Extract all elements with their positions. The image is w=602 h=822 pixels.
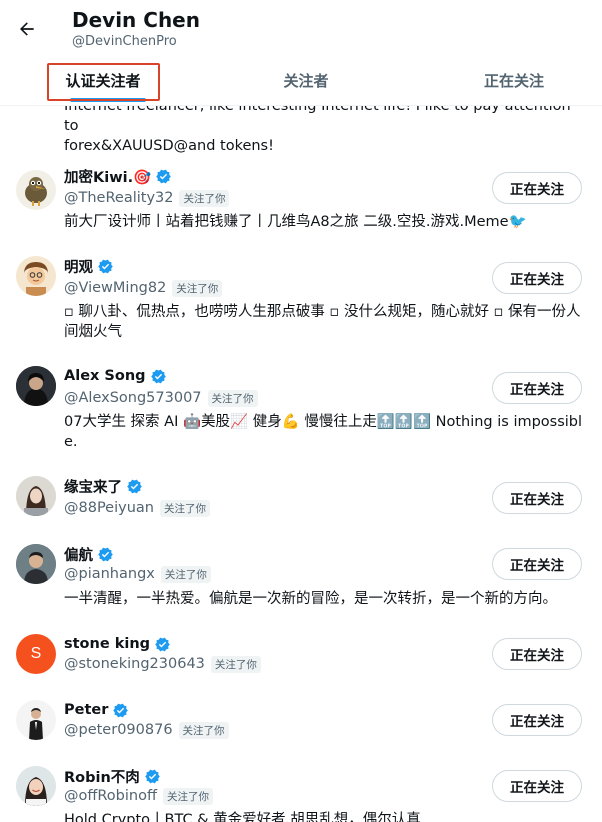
profile-header: Devin Chen @DevinChenPro 认证关注者 关注者 正在关注 bbox=[0, 0, 602, 106]
user-name[interactable]: Robin不肉 bbox=[64, 766, 140, 787]
avatar-initial: S bbox=[30, 645, 42, 662]
user-handle[interactable]: @TheReality32 bbox=[64, 190, 173, 206]
handle-line: @ViewMing82 关注了你 bbox=[64, 278, 223, 298]
name-line: 偏航 bbox=[64, 544, 114, 564]
name-line: Peter bbox=[64, 700, 129, 720]
follows-you-badge: 关注了你 bbox=[172, 279, 223, 297]
user-handle[interactable]: @ViewMing82 bbox=[64, 280, 166, 296]
following-button[interactable]: 正在关注 bbox=[492, 262, 582, 294]
following-button[interactable]: 正在关注 bbox=[492, 372, 582, 404]
user-cell[interactable]: Peter @peter090876 关注了你 正在关注 bbox=[0, 700, 602, 750]
user-name[interactable]: stone king bbox=[64, 636, 150, 652]
active-tab-indicator bbox=[70, 98, 146, 102]
name-line: 加密Kiwi.🎯 bbox=[64, 166, 172, 186]
name-line: Robin不肉 bbox=[64, 766, 161, 786]
user-bio: 一半清醒，一半热爱。偏航是一次新的冒险，是一次转折，是一个新的方向。 bbox=[64, 591, 557, 607]
avatar[interactable]: S bbox=[16, 634, 56, 674]
user-name[interactable]: 明观 bbox=[64, 256, 93, 277]
smiling-woman-icon bbox=[16, 766, 56, 806]
handle-line: @pianhangx 关注了你 bbox=[64, 564, 211, 584]
following-button[interactable]: 正在关注 bbox=[492, 482, 582, 514]
suited-man-icon bbox=[16, 700, 56, 740]
back-button[interactable] bbox=[10, 12, 44, 46]
avatar[interactable] bbox=[16, 544, 56, 584]
follows-you-badge: 关注了你 bbox=[162, 787, 213, 805]
follows-you-badge: 关注了你 bbox=[207, 389, 258, 407]
user-name[interactable]: 加密Kiwi.🎯 bbox=[64, 166, 151, 187]
avatar[interactable] bbox=[16, 700, 56, 740]
user-cell[interactable]: 偏航 @pianhangx 关注了你 一半清醒，一半热爱。偏航是一次新的冒险，是… bbox=[0, 544, 602, 614]
user-bio: ▫ 聊八卦、侃热点，也唠唠人生那点破事 ▫ 没什么规矩，随心就好 ▫ 保有一份人… bbox=[64, 304, 581, 340]
verified-badge-icon bbox=[150, 369, 166, 383]
user-handle[interactable]: @stoneking230643 bbox=[64, 656, 205, 672]
tab-label: 认证关注者 bbox=[65, 71, 141, 90]
profile-name: Devin Chen bbox=[72, 8, 200, 32]
avatar[interactable] bbox=[16, 476, 56, 516]
handle-line: @AlexSong573007 关注了你 bbox=[64, 388, 258, 408]
name-line: stone king bbox=[64, 634, 171, 654]
follows-you-badge: 关注了你 bbox=[160, 565, 211, 583]
back-arrow-icon bbox=[20, 22, 34, 36]
user-bio: 07大学生 探索 AI 🤖美股📈 健身💪 慢慢往上走🔝🔝🔝 Nothing is… bbox=[64, 414, 583, 450]
handle-line: @offRobinoff 关注了你 bbox=[64, 786, 213, 806]
handle-line: @peter090876 关注了你 bbox=[64, 720, 229, 740]
avatar[interactable] bbox=[16, 366, 56, 406]
avatar[interactable] bbox=[16, 256, 56, 296]
verified-badge-icon bbox=[113, 703, 129, 717]
bio-line: forex&XAUUSD@and tokens! bbox=[64, 138, 274, 154]
name-line: 缘宝来了 bbox=[64, 476, 143, 496]
profile-handle: @DevinChenPro bbox=[72, 34, 177, 49]
verified-badge-icon bbox=[155, 637, 170, 651]
tab-label: 关注者 bbox=[283, 71, 329, 90]
user-name[interactable]: Peter bbox=[64, 702, 108, 718]
avatar[interactable] bbox=[16, 170, 56, 210]
user-handle[interactable]: @pianhangx bbox=[64, 566, 155, 582]
user-handle[interactable]: @88Peiyuan bbox=[64, 500, 154, 516]
name-line: Alex Song bbox=[64, 366, 167, 386]
user-cell[interactable]: S stone king @stoneking230643 关注了你 正在关注 bbox=[0, 634, 602, 684]
user-handle[interactable]: @peter090876 bbox=[64, 722, 173, 738]
following-button[interactable]: 正在关注 bbox=[492, 704, 582, 736]
tab-label: 正在关注 bbox=[483, 71, 544, 90]
kiwi-bird-icon bbox=[25, 177, 47, 206]
name-line: 明观 bbox=[64, 256, 114, 276]
handle-line: @TheReality32 关注了你 bbox=[64, 188, 230, 208]
verified-badge-icon bbox=[145, 769, 160, 783]
follows-you-badge: 关注了你 bbox=[179, 189, 230, 207]
following-button[interactable]: 正在关注 bbox=[492, 548, 582, 580]
user-name[interactable]: Alex Song bbox=[64, 368, 146, 384]
tab-followers[interactable]: 关注者 bbox=[256, 56, 356, 104]
user-handle[interactable]: @offRobinoff bbox=[64, 788, 157, 804]
handle-line: @stoneking230643 关注了你 bbox=[64, 654, 261, 674]
user-cell[interactable]: Alex Song @AlexSong573007 关注了你 07大学生 探索 … bbox=[0, 366, 602, 456]
user-cell[interactable]: 明观 @ViewMing82 关注了你 ▫ 聊八卦、侃热点，也唠唠人生那点破事 … bbox=[0, 256, 602, 346]
user-name[interactable]: 偏航 bbox=[64, 544, 93, 565]
man-portrait-icon bbox=[16, 544, 56, 584]
user-name[interactable]: 缘宝来了 bbox=[64, 476, 122, 497]
follows-you-badge: 关注了你 bbox=[178, 721, 229, 739]
cartoon-portrait-icon bbox=[24, 262, 48, 296]
user-handle[interactable]: @AlexSong573007 bbox=[64, 390, 202, 406]
tab-following[interactable]: 正在关注 bbox=[454, 56, 574, 104]
following-button[interactable]: 正在关注 bbox=[492, 172, 582, 204]
user-cell[interactable]: 加密Kiwi.🎯 @TheReality32 关注了你 前大厂设计师丨站着把钱赚… bbox=[0, 166, 602, 246]
user-cell[interactable]: Robin不肉 @offRobinoff 关注了你 Hold Crypto丨BT… bbox=[0, 766, 602, 822]
verified-badge-icon bbox=[98, 547, 113, 561]
handle-line: @88Peiyuan 关注了你 bbox=[64, 498, 210, 518]
verified-badge-icon bbox=[156, 169, 171, 183]
woman-portrait-icon bbox=[16, 476, 56, 516]
tab-verified-followers[interactable]: 认证关注者 bbox=[48, 56, 158, 104]
user-bio: 前大厂设计师丨站着把钱赚了丨几维鸟A8之旅 二级.空投.游戏.Meme🐦 bbox=[64, 214, 527, 230]
user-bio: Hold Crypto丨BTC & 黄金爱好者 胡思乱想，偶尔认真 bbox=[64, 812, 421, 822]
avatar[interactable] bbox=[16, 766, 56, 806]
following-button[interactable]: 正在关注 bbox=[492, 770, 582, 802]
following-button[interactable]: 正在关注 bbox=[492, 638, 582, 670]
hooded-person-icon bbox=[16, 366, 56, 406]
verified-badge-icon bbox=[127, 479, 142, 493]
follows-you-badge: 关注了你 bbox=[210, 655, 261, 673]
user-cell[interactable]: 缘宝来了 @88Peiyuan 关注了你 正在关注 bbox=[0, 476, 602, 536]
verified-badge-icon bbox=[98, 259, 113, 273]
follows-you-badge: 关注了你 bbox=[159, 499, 210, 517]
